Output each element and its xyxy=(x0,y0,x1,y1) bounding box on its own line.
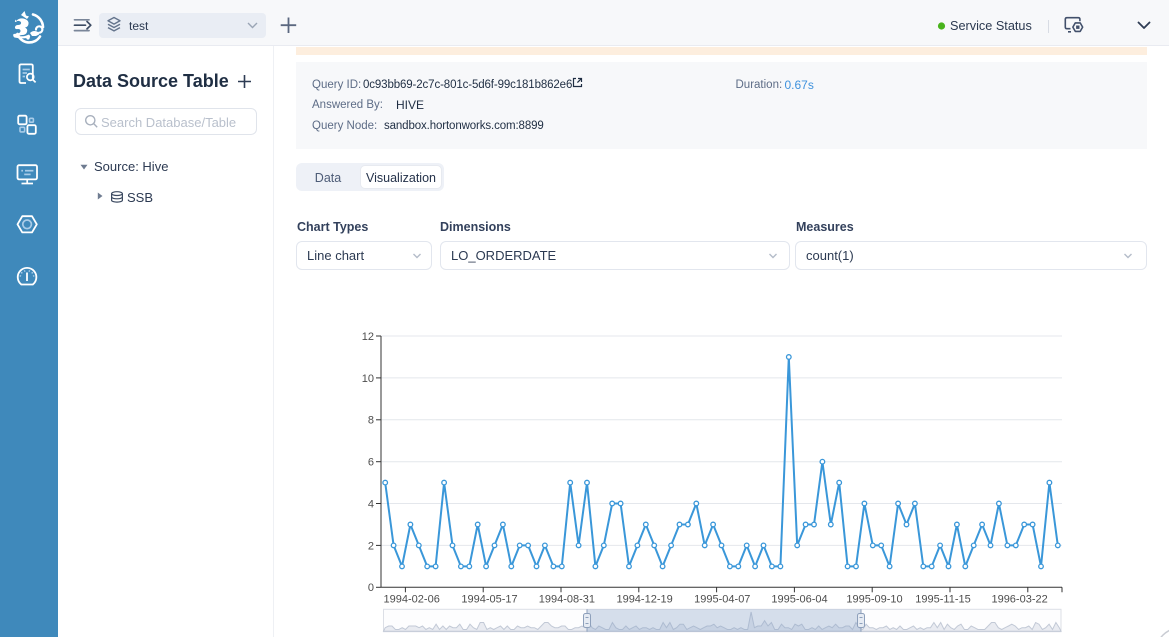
svg-text:1994-12-19: 1994-12-19 xyxy=(616,594,672,606)
svg-text:1994-05-17: 1994-05-17 xyxy=(461,594,517,606)
svg-text:12: 12 xyxy=(362,331,374,343)
svg-text:10: 10 xyxy=(362,373,374,385)
svg-text:2: 2 xyxy=(368,540,374,552)
svg-text:1994-08-31: 1994-08-31 xyxy=(539,594,595,606)
svg-text:1996-03-22: 1996-03-22 xyxy=(991,594,1047,606)
svg-text:8: 8 xyxy=(368,415,374,427)
svg-text:4: 4 xyxy=(368,498,374,510)
svg-text:1994-02-06: 1994-02-06 xyxy=(384,594,440,606)
svg-text:1995-06-04: 1995-06-04 xyxy=(771,594,827,606)
svg-text:6: 6 xyxy=(368,457,374,469)
svg-text:1995-04-07: 1995-04-07 xyxy=(694,594,750,606)
svg-text:0: 0 xyxy=(368,582,374,594)
svg-text:1995-11-15: 1995-11-15 xyxy=(915,594,970,606)
svg-text:1995-09-10: 1995-09-10 xyxy=(846,594,902,606)
